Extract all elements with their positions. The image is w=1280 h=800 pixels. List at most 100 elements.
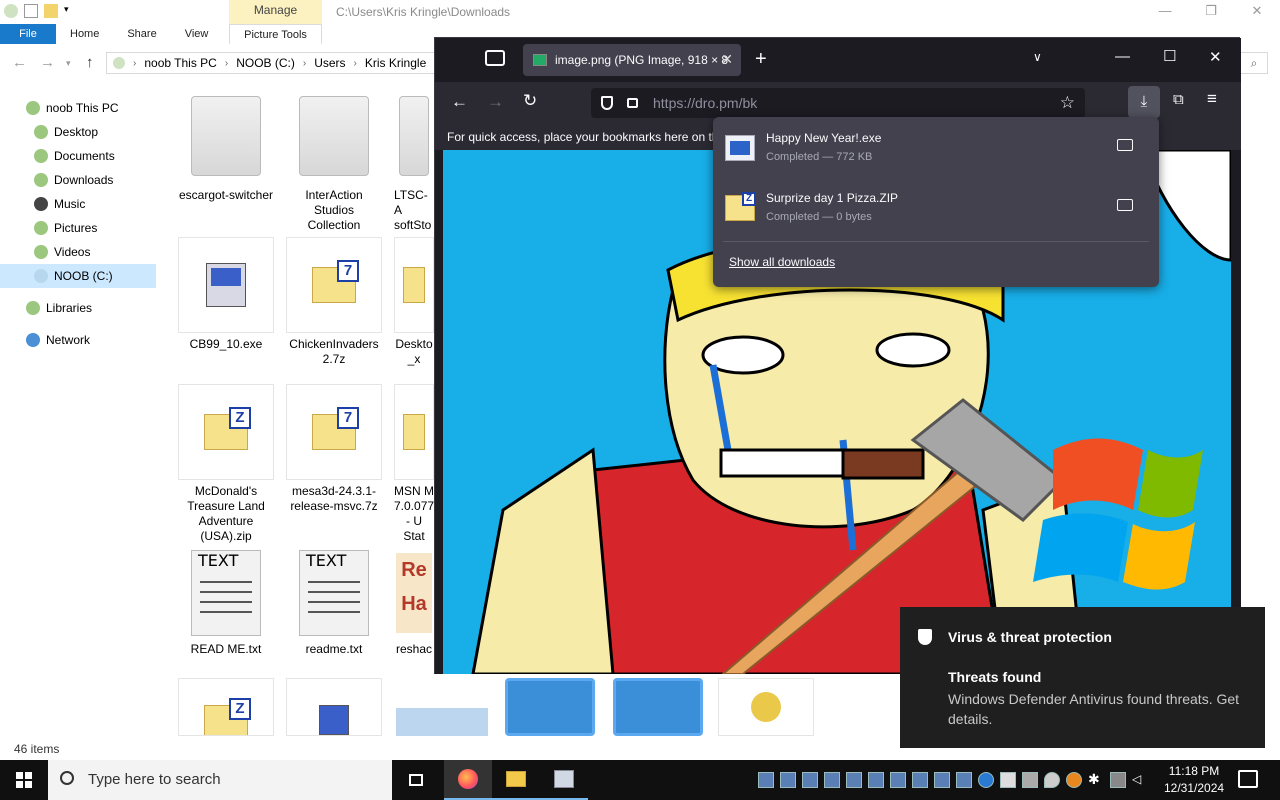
nav-item-downloads[interactable]: Downloads — [0, 168, 160, 192]
nav-item-noob-c[interactable]: NOOB (C:) — [0, 264, 156, 288]
file-item[interactable]: MSN M 7.0.077 - U Stat — [394, 384, 434, 544]
volume-muted-icon[interactable]: ◁ — [1132, 772, 1148, 788]
tray-app-icon[interactable] — [890, 772, 906, 788]
file-item[interactable]: escargot-switcher — [178, 88, 274, 203]
up-arrow-icon[interactable]: ↑ — [86, 54, 94, 71]
show-in-folder-icon[interactable] — [1117, 139, 1133, 151]
tray-app-icon[interactable] — [934, 772, 950, 788]
lock-icon[interactable] — [627, 98, 638, 108]
file-item[interactable] — [286, 678, 382, 740]
address-bar[interactable]: › noob This PC › NOOB (C:) › Users › Kri… — [106, 52, 436, 74]
file-item[interactable] — [502, 678, 598, 740]
file-item[interactable]: InterAction Studios Collection — [286, 88, 382, 233]
reload-icon[interactable]: ↻ — [523, 91, 537, 111]
breadcrumb-kris-kringle[interactable]: Kris Kringle — [365, 56, 426, 70]
close-button[interactable]: ✕ — [1234, 0, 1280, 24]
taskbar-search-box[interactable]: Type here to search — [48, 760, 392, 800]
nav-item-libraries[interactable]: Libraries — [0, 296, 160, 320]
file-item[interactable]: TEXT READ ME.txt — [178, 548, 274, 657]
list-all-tabs-icon[interactable]: ∨ — [1033, 50, 1042, 64]
tab-picture-tools[interactable]: Picture Tools — [229, 24, 322, 44]
file-item[interactable] — [610, 678, 706, 740]
back-arrow-icon[interactable]: ← — [12, 54, 27, 71]
url-bar[interactable]: https://dro.pm/bk ☆ — [591, 88, 1085, 118]
forward-arrow-icon[interactable]: → — [40, 54, 55, 71]
maximize-icon[interactable]: ☐ — [1163, 47, 1176, 65]
download-item[interactable]: Z Surprize day 1 Pizza.ZIP Completed — 0… — [723, 183, 1149, 239]
snowflake-icon[interactable]: ✱ — [1088, 772, 1104, 788]
file-item[interactable] — [718, 678, 814, 740]
search-tray-icon[interactable] — [1066, 772, 1082, 788]
bookmark-star-icon[interactable]: ☆ — [1060, 88, 1075, 118]
app-taskbar-icon[interactable] — [540, 760, 588, 800]
nav-item-network[interactable]: Network — [0, 328, 160, 352]
tab-view[interactable]: View — [171, 24, 223, 44]
file-item[interactable]: Z — [178, 678, 274, 740]
file-item[interactable]: Re Ha reshac — [394, 548, 434, 657]
minimize-button[interactable]: — — [1142, 0, 1188, 24]
file-item[interactable]: Deskto _x — [394, 237, 434, 367]
file-item[interactable]: 7 ChickenInvaders 2.7z — [286, 237, 382, 367]
nav-item-videos[interactable]: Videos — [0, 240, 160, 264]
menu-icon[interactable]: ≡ — [1207, 89, 1217, 109]
close-window-icon[interactable]: ✕ — [1209, 48, 1222, 66]
nav-item-music[interactable]: Music — [0, 192, 160, 216]
tray-app-icon[interactable] — [1000, 772, 1016, 788]
network-status-icon[interactable] — [1110, 772, 1126, 788]
notification-center-icon[interactable] — [1238, 770, 1258, 788]
tab-share[interactable]: Share — [113, 24, 170, 44]
file-item[interactable] — [394, 678, 490, 740]
back-icon[interactable]: ← — [451, 92, 468, 112]
file-item[interactable]: TEXT readme.txt — [286, 548, 382, 657]
tray-app-icon[interactable] — [956, 772, 972, 788]
new-folder-icon[interactable] — [44, 4, 58, 18]
download-item[interactable]: Happy New Year!.exe Completed — 772 KB — [723, 123, 1149, 179]
nav-item-this-pc[interactable]: noob This PC — [0, 96, 160, 120]
tray-app-icon[interactable] — [978, 772, 994, 788]
search-icon[interactable]: ⌕ — [1240, 52, 1268, 74]
properties-icon[interactable] — [24, 4, 38, 18]
breadcrumb-noob-c[interactable]: NOOB (C:) — [236, 56, 295, 70]
new-tab-icon[interactable]: + — [755, 48, 767, 71]
restore-button[interactable]: ❐ — [1188, 0, 1234, 24]
tray-app-icon[interactable] — [868, 772, 884, 788]
tray-app-icon[interactable] — [846, 772, 862, 788]
file-item[interactable]: 7 mesa3d-24.3.1-release-msvc.7z — [286, 384, 382, 514]
downloads-icon[interactable]: ⤓ — [1128, 86, 1160, 118]
tray-app-icon[interactable] — [1022, 772, 1038, 788]
file-item[interactable]: Z McDonald's Treasure Land Adventure (US… — [178, 384, 274, 544]
customize-qat-icon[interactable]: ▾ — [64, 4, 72, 18]
task-view-icon[interactable] — [392, 760, 440, 800]
tray-app-icon[interactable] — [824, 772, 840, 788]
firefox-taskbar-icon[interactable] — [444, 760, 492, 800]
start-button[interactable] — [0, 760, 48, 800]
recent-locations-icon[interactable]: ▾ — [66, 58, 71, 69]
file-item[interactable]: LTSC-A softSto — [394, 88, 434, 233]
nav-item-pictures[interactable]: Pictures — [0, 216, 160, 240]
close-tab-icon[interactable]: ✕ — [721, 51, 733, 68]
shield-icon[interactable] — [601, 96, 613, 110]
show-in-folder-icon[interactable] — [1117, 199, 1133, 211]
nav-item-desktop[interactable]: Desktop — [0, 120, 160, 144]
system-clock[interactable]: 11:18 PM 12/31/2024 — [1164, 763, 1224, 797]
tab-list-icon[interactable] — [485, 50, 505, 66]
minimize-icon[interactable]: — — [1115, 48, 1130, 65]
show-all-downloads-link[interactable]: Show all downloads — [729, 255, 835, 269]
file-item[interactable]: CB99_10.exe — [178, 237, 274, 352]
defender-notification[interactable]: Virus & threat protection Threats found … — [900, 607, 1265, 748]
tray-app-icon[interactable] — [758, 772, 774, 788]
tab-image-png[interactable]: image.png (PNG Image, 918 × 8 ✕ — [523, 44, 741, 76]
forward-icon[interactable]: → — [487, 92, 504, 112]
breadcrumb-users[interactable]: Users — [314, 56, 345, 70]
extensions-icon[interactable]: ⧉ — [1173, 91, 1184, 108]
tab-file[interactable]: File — [0, 24, 56, 44]
droplet-icon[interactable] — [1044, 772, 1060, 788]
tray-app-icon[interactable] — [802, 772, 818, 788]
file-explorer-taskbar-icon[interactable] — [492, 760, 540, 800]
tray-app-icon[interactable] — [780, 772, 796, 788]
tray-app-icon[interactable] — [912, 772, 928, 788]
nav-item-documents[interactable]: Documents — [0, 144, 160, 168]
explorer-app-icon[interactable] — [4, 4, 18, 18]
breadcrumb-this-pc[interactable]: noob This PC — [144, 56, 217, 70]
tab-home[interactable]: Home — [56, 24, 113, 44]
